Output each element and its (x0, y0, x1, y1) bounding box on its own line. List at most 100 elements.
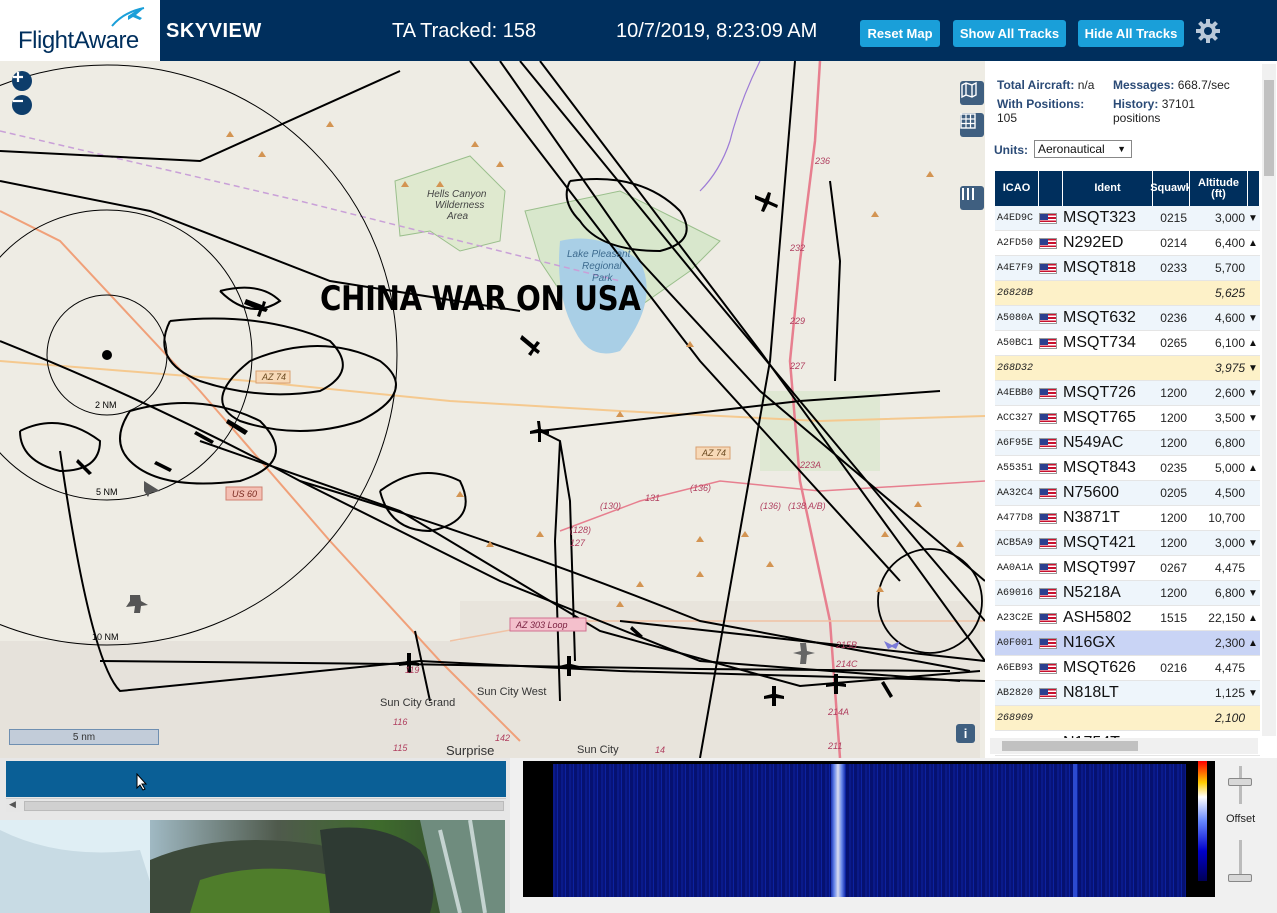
table-row[interactable]: A55351 MSQT843 0235 5,000 ▲ (995, 456, 1260, 481)
road-label: 14 (655, 745, 665, 755)
stat-total-aircraft: Total Aircraft: n/a (997, 78, 1095, 92)
table-row[interactable]: A4E7F9 MSQT818 0233 5,700 (995, 256, 1260, 281)
units-select[interactable]: Aeronautical ▼ (1034, 140, 1132, 158)
road-label: US 60 (232, 489, 257, 499)
cell-squawk: 1200 (1160, 436, 1187, 450)
table-row[interactable]: A6EB93 MSQT626 0216 4,475 (995, 656, 1260, 681)
table-row[interactable]: A50BC1 MSQT734 0265 6,100 ▲ (995, 331, 1260, 356)
flag-cell (1039, 713, 1063, 724)
cell-icao: A6EB93 (997, 662, 1034, 674)
aircraft-icon[interactable] (126, 595, 148, 613)
us-flag-icon (1039, 412, 1057, 424)
map-view[interactable]: Hells Canyon Wilderness Area Lake Pleasa… (0, 61, 985, 758)
place-label: Lake Pleasant (567, 249, 632, 260)
cell-squawk: 0235 (1160, 461, 1187, 475)
table-row[interactable]: A23C2E ASH5802 1515 22,150 ▲ (995, 606, 1260, 631)
cell-squawk: 1200 (1160, 386, 1187, 400)
scale-bar: 5 nm (9, 729, 159, 745)
stat-messages: Messages: 668.7/sec (1113, 78, 1230, 92)
flag-cell (1039, 212, 1063, 224)
cell-squawk: 0205 (1160, 486, 1187, 500)
cell-squawk: 1515 (1160, 611, 1187, 625)
map-overlay-caption: CHINA WAR ON USA (320, 279, 641, 319)
cell-icao: A5080A (997, 312, 1034, 324)
cell-trend: ▲ (1248, 637, 1258, 649)
mouse-cursor (136, 773, 148, 791)
flag-cell (1039, 662, 1063, 674)
map-icon (961, 81, 977, 99)
table-row[interactable]: A69016 N5218A 1200 6,800 ▼ (995, 581, 1260, 606)
cell-altitude: 4,600 (1214, 311, 1245, 325)
columns-toggle-button[interactable] (960, 186, 984, 210)
table-row[interactable]: 268909 2,100 (995, 706, 1260, 731)
us-flag-icon (1039, 637, 1057, 649)
col-ident[interactable]: Ident (1063, 171, 1153, 206)
col-icao[interactable]: ICAO (995, 171, 1039, 206)
plus-icon (13, 72, 23, 82)
table-row[interactable]: AA32C4 N75600 0205 4,500 (995, 481, 1260, 506)
cell-trend: ▼ (1248, 212, 1258, 224)
scroll-left-icon[interactable]: ◀ (9, 799, 16, 810)
col-extra[interactable] (1248, 171, 1260, 206)
zoom-in-button[interactable] (12, 71, 32, 91)
map-canvas[interactable]: Hells Canyon Wilderness Area Lake Pleasa… (0, 61, 985, 758)
col-squawk[interactable]: Squawk (1150, 171, 1192, 206)
spectrum-waterfall[interactable] (553, 764, 1186, 897)
col-altitude[interactable]: Altitude (ft) (1190, 171, 1248, 206)
table-row[interactable]: ACC327 MSQT765 1200 3,500 ▼ (995, 406, 1260, 431)
show-all-tracks-button[interactable]: Show All Tracks (953, 20, 1066, 47)
cell-squawk: 0214 (1160, 236, 1187, 250)
table-row[interactable]: 268D32 3,975 ▼ (995, 356, 1260, 381)
flag-cell (1039, 288, 1063, 299)
blue-panel[interactable] (6, 761, 506, 797)
map-layers-button[interactable] (960, 81, 984, 105)
flightaware-logo[interactable]: FlightAware (0, 0, 160, 61)
table-row[interactable]: A2FD50 N292ED 0214 6,400 ▲ (995, 231, 1260, 256)
cell-icao: AA32C4 (997, 487, 1034, 499)
table-vertical-scrollbar[interactable] (1262, 64, 1276, 736)
scrollbar-thumb[interactable] (24, 801, 504, 811)
table-row[interactable]: AB2820 N818LT 1,125 ▼ (995, 681, 1260, 706)
cell-squawk: 0267 (1160, 561, 1187, 575)
gear-icon[interactable] (1194, 17, 1222, 45)
offset-slider-handle[interactable] (1228, 874, 1252, 882)
flag-cell (1039, 437, 1063, 449)
cell-squawk: 1200 (1160, 536, 1187, 550)
stat-with-positions: With Positions: 105 (997, 97, 1085, 125)
stat-history: History: 37101 positions (1113, 97, 1196, 125)
nature-image (0, 820, 505, 913)
aircraft-icon[interactable] (755, 192, 778, 212)
app-title: SKYVIEW (166, 20, 262, 42)
cell-icao: A477D8 (997, 512, 1034, 524)
cell-ident: N292ED (1063, 234, 1124, 251)
gain-slider-handle[interactable] (1228, 778, 1252, 786)
grid-toggle-button[interactable] (960, 113, 984, 137)
table-row[interactable]: A5080A MSQT632 0236 4,600 ▼ (995, 306, 1260, 331)
scrollbar-thumb[interactable] (1264, 80, 1274, 176)
road-label: 227 (789, 361, 806, 371)
table-row[interactable]: A6F95E N549AC 1200 6,800 (995, 431, 1260, 456)
table-horizontal-scrollbar[interactable] (990, 738, 1258, 754)
horizontal-scrollbar[interactable]: ◀ (6, 798, 506, 812)
aircraft-icon[interactable] (530, 421, 549, 442)
aircraft-icon[interactable] (520, 335, 540, 356)
table-row[interactable]: A4EBB0 MSQT726 1200 2,600 ▼ (995, 381, 1260, 406)
col-flag[interactable] (1039, 171, 1063, 206)
zoom-out-button[interactable] (12, 95, 32, 115)
aircraft-icon[interactable] (76, 459, 92, 475)
table-row[interactable]: A0F001 N16GX 2,300 ▲ (995, 631, 1260, 656)
table-row[interactable]: A477D8 N3871T 1200 10,700 (995, 506, 1260, 531)
aircraft-icon[interactable] (154, 461, 172, 472)
info-icon[interactable]: i (956, 724, 975, 743)
table-row[interactable]: 26828B 5,625 (995, 281, 1260, 306)
scrollbar-thumb[interactable] (1002, 741, 1138, 751)
table-row[interactable]: ACB5A9 MSQT421 1200 3,000 ▼ (995, 531, 1260, 556)
flag-cell (1039, 237, 1063, 249)
table-row[interactable]: AA0A1A MSQT997 0267 4,475 (995, 556, 1260, 581)
table-row[interactable]: A4ED9C MSQT323 0215 3,000 ▼ (995, 206, 1260, 231)
units-select-value: Aeronautical (1038, 142, 1105, 156)
cell-icao: 268909 (997, 712, 1034, 724)
cell-trend: ▲ (1248, 337, 1258, 349)
hide-all-tracks-button[interactable]: Hide All Tracks (1078, 20, 1184, 47)
reset-map-button[interactable]: Reset Map (860, 20, 940, 47)
